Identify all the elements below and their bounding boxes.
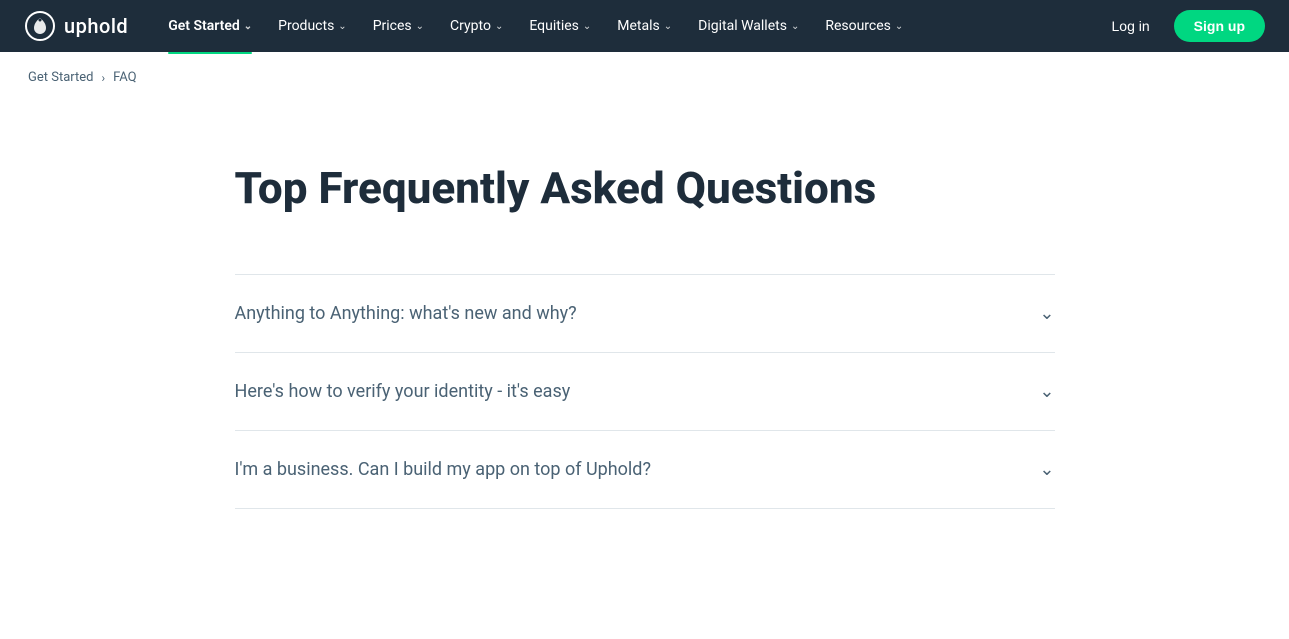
- nav-item-digital-wallets[interactable]: Digital Wallets ⌄: [686, 12, 811, 40]
- chevron-down-icon: ⌄: [583, 21, 591, 32]
- faq-item-2[interactable]: I'm a business. Can I build my app on to…: [235, 430, 1055, 509]
- nav-label-prices: Prices: [373, 18, 412, 34]
- logo-icon: [24, 10, 56, 42]
- page-title: Top Frequently Asked Questions: [235, 163, 1055, 214]
- nav-label-get-started: Get Started: [168, 18, 240, 34]
- logo-link[interactable]: uphold: [24, 10, 128, 42]
- chevron-down-icon: ⌄: [416, 21, 424, 32]
- chevron-down-icon: ⌄: [664, 21, 672, 32]
- nav-item-products[interactable]: Products ⌄: [266, 12, 359, 40]
- chevron-down-icon: ⌄: [791, 21, 799, 32]
- nav-item-resources[interactable]: Resources ⌄: [813, 12, 915, 40]
- nav-item-prices[interactable]: Prices ⌄: [361, 12, 436, 40]
- nav-label-equities: Equities: [529, 18, 579, 34]
- main-content: Top Frequently Asked Questions Anything …: [195, 103, 1095, 569]
- nav-label-resources: Resources: [825, 18, 891, 34]
- navbar: uphold Get Started ⌄ Products ⌄ Prices ⌄…: [0, 0, 1289, 52]
- faq-question-1: Here's how to verify your identity - it'…: [235, 381, 571, 402]
- nav-label-crypto: Crypto: [450, 18, 491, 34]
- nav-label-metals: Metals: [617, 18, 659, 34]
- breadcrumb-current: FAQ: [113, 70, 136, 85]
- login-button[interactable]: Log in: [1100, 12, 1162, 40]
- signup-button[interactable]: Sign up: [1174, 10, 1265, 42]
- nav-item-crypto[interactable]: Crypto ⌄: [438, 12, 515, 40]
- nav-label-digital-wallets: Digital Wallets: [698, 18, 787, 34]
- chevron-down-icon: ⌄: [495, 21, 503, 32]
- chevron-down-icon: ⌄: [338, 21, 346, 32]
- chevron-down-icon: ⌄: [895, 21, 903, 32]
- navbar-actions: Log in Sign up: [1100, 10, 1265, 42]
- nav-item-get-started[interactable]: Get Started ⌄: [156, 12, 264, 40]
- nav-item-metals[interactable]: Metals ⌄: [605, 12, 684, 40]
- nav-item-equities[interactable]: Equities ⌄: [517, 12, 603, 40]
- chevron-down-icon-0: ⌄: [1039, 303, 1054, 324]
- faq-question-2: I'm a business. Can I build my app on to…: [235, 459, 651, 480]
- breadcrumb: Get Started › FAQ: [0, 52, 1289, 103]
- logo-text: uphold: [64, 14, 128, 38]
- faq-list: Anything to Anything: what's new and why…: [235, 274, 1055, 509]
- faq-item-1[interactable]: Here's how to verify your identity - it'…: [235, 352, 1055, 430]
- breadcrumb-get-started[interactable]: Get Started: [28, 70, 93, 85]
- chevron-down-icon-1: ⌄: [1039, 381, 1054, 402]
- chevron-down-icon-2: ⌄: [1039, 459, 1054, 480]
- chevron-down-icon: ⌄: [244, 21, 252, 32]
- breadcrumb-separator: ›: [101, 71, 105, 85]
- faq-question-0: Anything to Anything: what's new and why…: [235, 303, 577, 324]
- nav-label-products: Products: [278, 18, 334, 34]
- navbar-nav: Get Started ⌄ Products ⌄ Prices ⌄ Crypto…: [156, 12, 1099, 40]
- faq-item-0[interactable]: Anything to Anything: what's new and why…: [235, 274, 1055, 352]
